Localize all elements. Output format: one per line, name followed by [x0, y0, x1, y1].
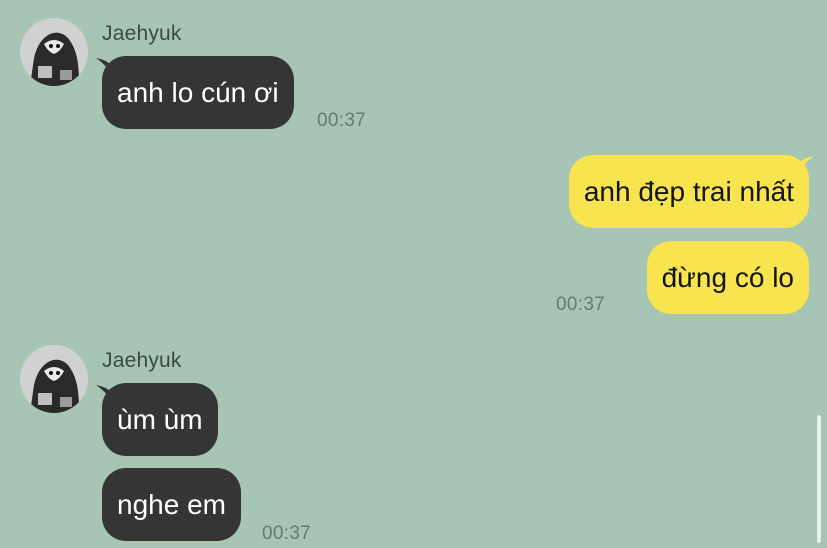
- sender-name: Jaehyuk: [102, 22, 182, 45]
- message-bubble-outgoing[interactable]: anh đẹp trai nhất: [568, 155, 809, 228]
- message-bubble-incoming[interactable]: anh lo cún ơi: [102, 56, 294, 129]
- message-text: nghe em: [117, 488, 226, 520]
- message-timestamp: 00:37: [556, 294, 606, 315]
- sender-name: Jaehyuk: [102, 349, 182, 372]
- message-bubble-incoming[interactable]: ùm ùm: [102, 383, 218, 456]
- avatar[interactable]: [20, 345, 88, 413]
- message-bubble-outgoing[interactable]: đừng có lo: [646, 241, 809, 314]
- message-timestamp: 00:37: [262, 523, 312, 544]
- message-text: anh lo cún ơi: [117, 76, 279, 108]
- scrollbar[interactable]: [817, 415, 821, 543]
- message-bubble-incoming[interactable]: nghe em: [102, 468, 241, 541]
- message-text: anh đẹp trai nhất: [583, 175, 794, 207]
- message-text: ùm ùm: [117, 403, 203, 435]
- avatar[interactable]: [20, 18, 88, 86]
- message-text: đừng có lo: [661, 261, 794, 293]
- message-timestamp: 00:37: [317, 110, 367, 131]
